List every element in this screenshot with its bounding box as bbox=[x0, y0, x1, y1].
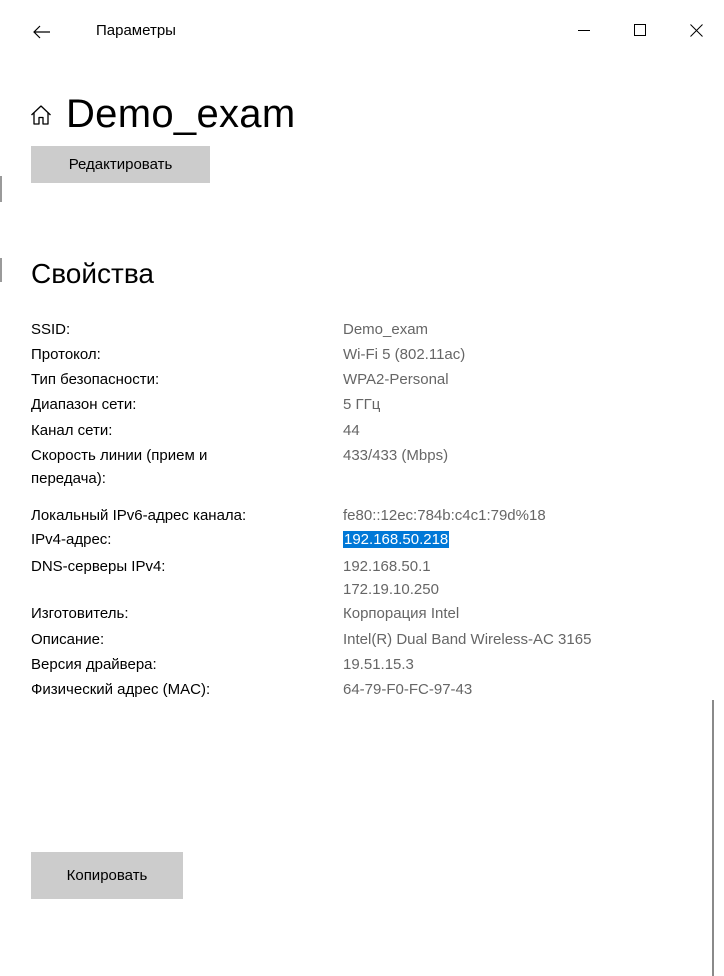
home-icon bbox=[31, 104, 51, 125]
property-value-text[interactable]: 433/433 (Mbps) bbox=[343, 447, 448, 464]
close-icon bbox=[689, 23, 703, 37]
property-label: Протокол: bbox=[31, 346, 101, 363]
close-button[interactable] bbox=[668, 10, 724, 50]
app-title: Параметры bbox=[96, 22, 176, 39]
property-value[interactable]: 5 ГГц bbox=[343, 393, 380, 416]
title-bar: Параметры bbox=[0, 0, 724, 64]
property-value-text[interactable]: fe80::12ec:784b:c4c1:79d%18 bbox=[343, 507, 546, 524]
property-label: Физический адрес (MAC): bbox=[31, 681, 211, 698]
page-heading: Demo_exam bbox=[30, 92, 295, 137]
scrollbar[interactable] bbox=[712, 700, 714, 976]
copy-button[interactable]: Копировать bbox=[31, 852, 183, 899]
property-label: Изготовитель: bbox=[31, 605, 129, 622]
property-value[interactable]: 44 bbox=[343, 419, 360, 442]
property-label: Локальный IPv6-адрес канала: bbox=[31, 507, 247, 524]
network-name-title: Demo_exam bbox=[66, 92, 296, 136]
property-label: Скорость линии (прием и передача): bbox=[31, 447, 208, 487]
property-value[interactable]: 192.168.50.1 172.19.10.250 bbox=[343, 555, 439, 601]
property-value-text[interactable]: 64-79-F0-FC-97-43 bbox=[343, 681, 472, 698]
property-label: SSID: bbox=[31, 321, 71, 338]
property-value-text[interactable]: Intel(R) Dual Band Wireless-AC 3165 bbox=[343, 631, 591, 648]
property-value-text[interactable]: Корпорация Intel bbox=[343, 605, 459, 622]
property-value[interactable]: fe80::12ec:784b:c4c1:79d%18 bbox=[343, 504, 546, 527]
property-value-text[interactable]: 44 bbox=[343, 422, 360, 439]
minimize-icon bbox=[578, 30, 590, 31]
property-value[interactable]: Корпорация Intel bbox=[343, 602, 459, 625]
property-label: Тип безопасности: bbox=[31, 371, 160, 388]
property-value-text[interactable]: 172.19.10.250 bbox=[343, 581, 439, 598]
back-button[interactable] bbox=[22, 14, 62, 50]
left-edge-mark bbox=[0, 258, 2, 282]
property-value-text[interactable]: 192.168.50.218 bbox=[343, 531, 450, 548]
property-value-text[interactable]: 192.168.50.1 bbox=[343, 558, 431, 575]
property-value-text[interactable]: Wi-Fi 5 (802.11ac) bbox=[343, 346, 465, 363]
property-value[interactable]: WPA2-Personal bbox=[343, 368, 449, 391]
property-value[interactable]: Intel(R) Dual Band Wireless-AC 3165 bbox=[343, 628, 591, 651]
property-label: Диапазон сети: bbox=[31, 396, 137, 413]
property-label: Описание: bbox=[31, 631, 105, 648]
property-label: DNS-серверы IPv4: bbox=[31, 558, 166, 575]
edit-button[interactable]: Редактировать bbox=[31, 146, 210, 183]
arrow-left-icon bbox=[33, 25, 50, 39]
property-value[interactable]: 64-79-F0-FC-97-43 bbox=[343, 678, 472, 701]
minimize-button[interactable] bbox=[556, 10, 612, 50]
property-label: Канал сети: bbox=[31, 422, 113, 439]
properties-title: Свойства bbox=[31, 258, 154, 289]
property-value-text[interactable]: Demo_exam bbox=[343, 321, 428, 338]
property-label: IPv4-адрес: bbox=[31, 531, 112, 548]
property-value-text[interactable]: WPA2-Personal bbox=[343, 371, 449, 388]
property-value-text[interactable]: 19.51.15.3 bbox=[343, 656, 414, 673]
left-edge-mark bbox=[0, 176, 2, 202]
property-value[interactable]: 19.51.15.3 bbox=[343, 653, 414, 676]
property-value-text[interactable]: 5 ГГц bbox=[343, 396, 380, 413]
property-value[interactable]: Demo_exam bbox=[343, 318, 428, 341]
property-label: Версия драйвера: bbox=[31, 656, 157, 673]
maximize-icon bbox=[634, 24, 646, 36]
property-value[interactable]: 192.168.50.218 bbox=[343, 528, 450, 551]
maximize-button[interactable] bbox=[612, 10, 668, 50]
property-value[interactable]: Wi-Fi 5 (802.11ac) bbox=[343, 343, 465, 366]
window-controls bbox=[556, 10, 724, 50]
property-value[interactable]: 433/433 (Mbps) bbox=[343, 444, 448, 467]
settings-window: Параметры Demo_exam Редактировать Свойст… bbox=[0, 0, 724, 976]
